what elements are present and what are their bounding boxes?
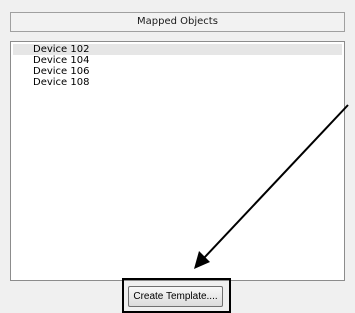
annotation-arrow xyxy=(194,104,349,269)
mapped-objects-panel: Mapped Objects Device 102 Device 104 Dev… xyxy=(0,0,355,313)
